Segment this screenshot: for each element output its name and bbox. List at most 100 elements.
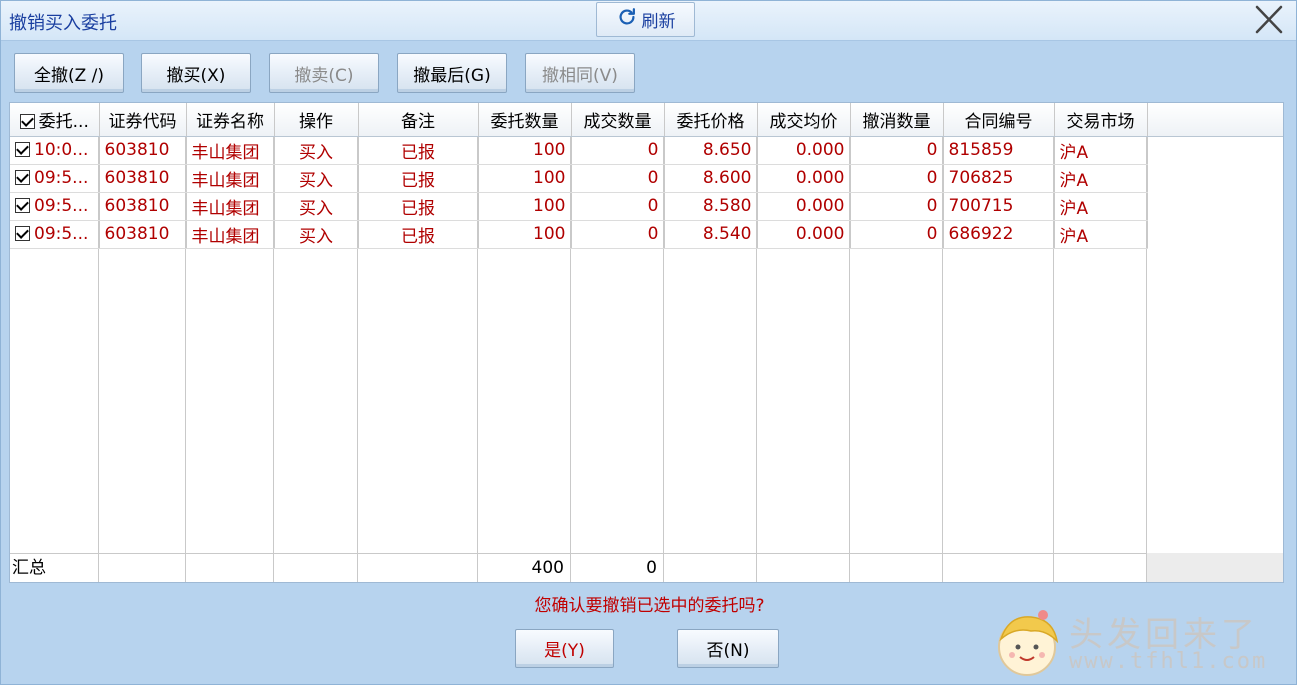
row-qty: 100 [478,136,572,165]
cancel-buy-button[interactable]: 撤买(X) [141,53,251,93]
header-market[interactable]: 交易市场 [1054,103,1148,137]
close-icon[interactable] [1251,4,1287,36]
row-qty: 100 [478,164,572,193]
row-name: 丰山集团 [186,164,275,193]
summary-empty [943,554,1054,582]
row-contract: 686922 [943,220,1055,249]
row-qty: 100 [478,220,572,249]
row-op: 买入 [274,192,359,221]
row-contract: 706825 [943,164,1055,193]
table-row[interactable]: 09:5... 603810 丰山集团 买入 已报 100 0 8.600 0.… [10,164,1283,193]
row-deal-qty: 0 [571,192,665,221]
row-time-cell[interactable]: 09:5... [10,220,100,249]
row-deal-qty: 0 [571,136,665,165]
row-cancel-qty: 0 [850,164,944,193]
row-contract: 700715 [943,192,1055,221]
header-note[interactable]: 备注 [358,103,479,137]
header-avg[interactable]: 成交均价 [757,103,851,137]
header-row: 委托... 证券代码 证券名称 操作 备注 委托数量 成交数量 委托价格 成交均… [10,103,1283,137]
row-market: 沪A [1054,192,1148,221]
row-avg: 0.000 [757,136,851,165]
row-cancel-qty: 0 [850,136,944,165]
row-filler [1147,164,1283,192]
row-avg: 0.000 [757,192,851,221]
row-qty: 100 [478,192,572,221]
cancel-sell-button[interactable]: 撤卖(C) [269,53,379,93]
row-time-cell[interactable]: 09:5... [10,192,100,221]
header-name[interactable]: 证券名称 [186,103,275,137]
header-price[interactable]: 委托价格 [664,103,758,137]
summary-deal-total: 0 [571,554,664,582]
row-cancel-qty: 0 [850,192,944,221]
row-market: 沪A [1054,164,1148,193]
row-avg: 0.000 [757,220,851,249]
header-qty[interactable]: 委托数量 [478,103,572,137]
row-filler [1147,220,1283,248]
row-code: 603810 [99,220,187,249]
summary-row: 汇总 400 0 [10,553,1283,582]
window-title: 撤销买入委托 [9,13,117,34]
row-name: 丰山集团 [186,136,275,165]
row-price: 8.650 [664,136,758,165]
yes-button[interactable]: 是(Y) [515,629,614,668]
row-cancel-qty: 0 [850,220,944,249]
row-checkbox[interactable] [15,142,30,157]
row-name: 丰山集团 [186,220,275,249]
refresh-icon [616,6,638,33]
row-code: 603810 [99,192,187,221]
row-filler [1147,136,1283,164]
cancel-same-button[interactable]: 撤相同(V) [525,53,635,93]
header-filler [1147,103,1283,137]
summary-qty-total: 400 [478,554,571,582]
title-bar: 撤销买入委托 刷新 [1,1,1296,41]
row-checkbox[interactable] [15,226,30,241]
order-table: 委托... 证券代码 证券名称 操作 备注 委托数量 成交数量 委托价格 成交均… [10,103,1283,249]
row-price: 8.600 [664,164,758,193]
row-checkbox[interactable] [15,198,30,213]
refresh-button[interactable]: 刷新 [596,2,695,37]
summary-empty [358,554,478,582]
row-code: 603810 [99,136,187,165]
summary-label: 汇总 [10,554,99,582]
row-note: 已报 [358,220,479,249]
row-note: 已报 [358,164,479,193]
row-op: 买入 [274,136,359,165]
row-note: 已报 [358,192,479,221]
row-time-cell[interactable]: 09:5... [10,164,100,193]
summary-empty [99,554,186,582]
header-time[interactable]: 委托... [10,103,100,137]
table-row[interactable]: 09:5... 603810 丰山集团 买入 已报 100 0 8.540 0.… [10,220,1283,249]
header-code[interactable]: 证券代码 [99,103,187,137]
cancel-all-button[interactable]: 全撤(Z /) [14,53,124,93]
summary-empty [757,554,850,582]
no-button[interactable]: 否(N) [677,629,779,668]
row-deal-qty: 0 [571,164,665,193]
summary-filler [1147,553,1283,582]
cancel-last-button[interactable]: 撤最后(G) [397,53,507,93]
select-all-checkbox[interactable] [19,113,35,129]
header-contract[interactable]: 合同编号 [943,103,1055,137]
summary-empty [186,554,274,582]
row-deal-qty: 0 [571,220,665,249]
refresh-label: 刷新 [641,12,676,32]
row-op: 买入 [274,220,359,249]
header-deal-qty[interactable]: 成交数量 [571,103,665,137]
watermark: 头发回来了 www.tfhl1.com [991,605,1291,681]
row-checkbox[interactable] [15,170,30,185]
summary-empty [1054,554,1147,582]
header-cancel-qty[interactable]: 撤消数量 [850,103,944,137]
row-note: 已报 [358,136,479,165]
table-row[interactable]: 09:5... 603810 丰山集团 买入 已报 100 0 8.580 0.… [10,192,1283,221]
row-code: 603810 [99,164,187,193]
watermark-face-logo [998,610,1059,676]
row-price: 8.540 [664,220,758,249]
row-time-cell[interactable]: 10:0... [10,136,100,165]
row-name: 丰山集团 [186,192,275,221]
row-market: 沪A [1054,136,1148,165]
header-op[interactable]: 操作 [274,103,359,137]
watermark-url: www.tfhl1.com [1069,649,1268,674]
row-contract: 815859 [943,136,1055,165]
summary-empty [274,554,358,582]
table-row[interactable]: 10:0... 603810 丰山集团 买入 已报 100 0 8.650 0.… [10,136,1283,165]
row-avg: 0.000 [757,164,851,193]
